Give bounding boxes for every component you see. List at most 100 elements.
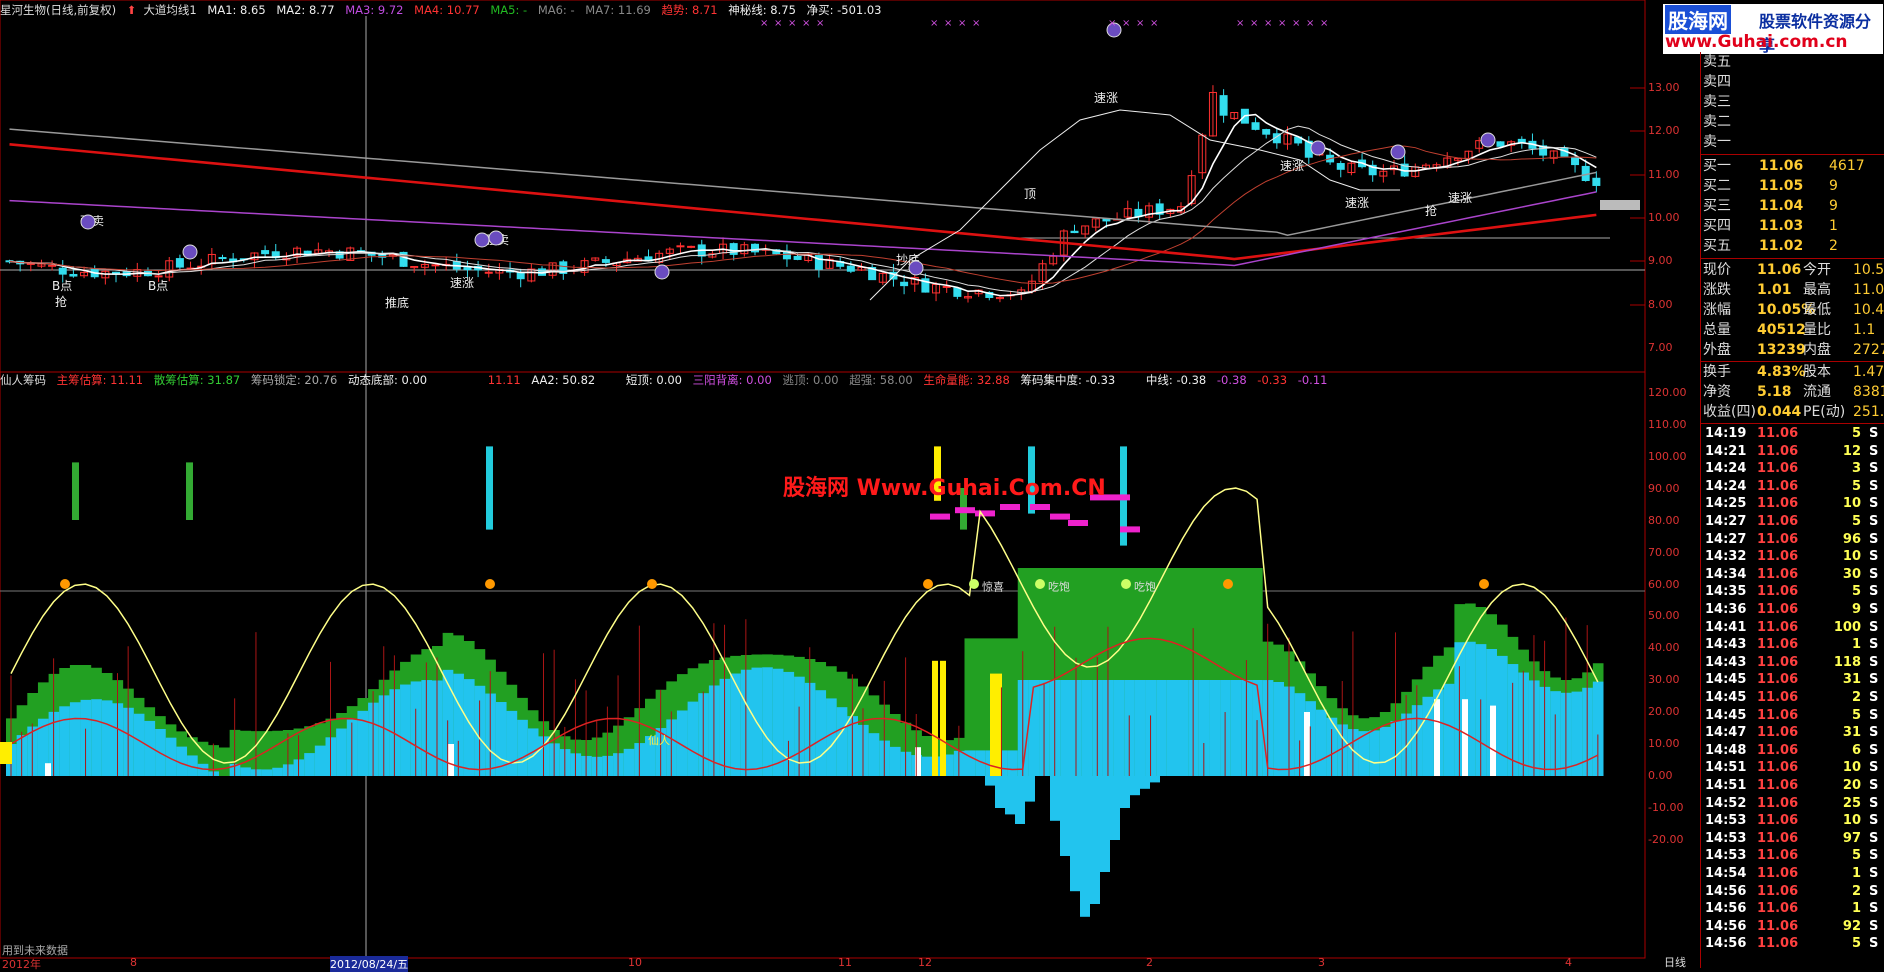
tick-price: 11.06 — [1757, 584, 1799, 600]
tick-row[interactable]: 14:34 11.06 30 S — [1701, 566, 1884, 584]
chip-cyan-bar — [336, 728, 347, 776]
tick-volume: 20 — [1842, 778, 1861, 793]
indicator2-name[interactable]: 仙人筹码 — [0, 373, 46, 387]
tick-row[interactable]: 14:52 11.06 25 S — [1701, 795, 1884, 813]
tick-row[interactable]: 14:45 11.06 5 S — [1701, 707, 1884, 725]
tick-row[interactable]: 14:43 11.06 118 S — [1701, 654, 1884, 672]
ask-row[interactable]: 卖四 — [1701, 72, 1884, 93]
chip-cyan-bar — [762, 667, 773, 776]
midline-value: 中线: -0.38 — [1145, 373, 1207, 387]
indicator-name[interactable]: 大道均线1 — [143, 3, 196, 17]
tick-row[interactable]: 14:21 11.06 12 S — [1701, 443, 1884, 461]
candle-body — [516, 272, 525, 280]
chip-negative-bar — [985, 776, 995, 786]
candle-body — [687, 245, 696, 248]
quote-row: 外盘 13239内盘 2727 — [1701, 340, 1884, 361]
tick-row[interactable]: 14:56 11.06 5 S — [1701, 935, 1884, 953]
bid-row[interactable]: 买二 11.05 9 — [1701, 176, 1884, 197]
bid-row[interactable]: 买五 11.02 2 — [1701, 236, 1884, 257]
tick-row[interactable]: 14:56 11.06 1 S — [1701, 900, 1884, 918]
chip-negative-bar — [1060, 776, 1070, 856]
indicator-value: 11.11 — [487, 373, 521, 387]
tick-time: 14:24 — [1705, 461, 1747, 477]
tick-time: 14:43 — [1705, 637, 1747, 653]
ask-row[interactable]: 卖一 — [1701, 132, 1884, 153]
tick-row[interactable]: 14:41 11.06 100 S — [1701, 619, 1884, 637]
tick-time: 14:36 — [1705, 602, 1747, 617]
tick-row[interactable]: 14:51 11.06 10 S — [1701, 759, 1884, 777]
tick-row[interactable]: 14:27 11.06 96 S — [1701, 531, 1884, 549]
quote-key-2: PE(动) — [1803, 404, 1846, 420]
chip-cyan-bar — [815, 690, 827, 776]
candle-body — [1219, 95, 1228, 116]
tick-time: 14:56 — [1705, 901, 1747, 917]
tick-row[interactable]: 14:56 11.06 2 S — [1701, 883, 1884, 901]
signal-label: 抢 — [55, 294, 67, 309]
chip-negative-bar — [1080, 776, 1090, 917]
tick-row[interactable]: 14:35 11.06 5 S — [1701, 583, 1884, 601]
face-marker-icon — [1480, 132, 1496, 148]
tick-price: 11.06 — [1757, 690, 1799, 705]
indicator-tick-label: -10.00 — [1648, 801, 1684, 814]
tick-row[interactable]: 14:36 11.06 9 S — [1701, 601, 1884, 619]
tick-time: 14:56 — [1705, 936, 1747, 952]
chip-cyan-bar — [730, 673, 741, 776]
tick-row[interactable]: 14:32 11.06 10 S — [1701, 548, 1884, 566]
chip-cyan-bar — [517, 719, 528, 776]
candle-body — [175, 258, 184, 268]
signal-label: 速涨 — [1094, 90, 1118, 105]
bid-volume: 9 — [1829, 178, 1838, 194]
bid-volume: 1 — [1829, 218, 1838, 234]
tick-row[interactable]: 14:45 11.06 31 S — [1701, 671, 1884, 689]
tick-row[interactable]: 14:53 11.06 5 S — [1701, 847, 1884, 865]
tick-row[interactable]: 14:51 11.06 20 S — [1701, 777, 1884, 795]
indicator-tick-label: 10.00 — [1648, 737, 1680, 750]
tick-row[interactable]: 14:27 11.06 5 S — [1701, 513, 1884, 531]
time-tick-label[interactable]: 2012/08/24/五 — [330, 956, 409, 972]
tick-row[interactable]: 14:54 11.06 1 S — [1701, 865, 1884, 883]
tick-row[interactable]: 14:56 11.06 92 S — [1701, 918, 1884, 936]
bid-row[interactable]: 买三 11.04 9 — [1701, 196, 1884, 217]
time-tick-label: 3 — [1318, 956, 1325, 969]
tick-volume: 31 — [1842, 672, 1861, 688]
quote-key: 涨幅 — [1703, 302, 1731, 318]
tick-row[interactable]: 14:24 11.06 5 S — [1701, 478, 1884, 496]
top-x-marker: × — [816, 18, 824, 29]
indicator-tick-label: 40.00 — [1648, 641, 1680, 654]
tick-row[interactable]: 14:24 11.06 3 S — [1701, 460, 1884, 478]
chip-cyan-bar — [836, 707, 848, 776]
tick-row[interactable]: 14:48 11.06 6 S — [1701, 742, 1884, 760]
top-x-marker: × — [1264, 18, 1272, 29]
tick-row[interactable]: 14:45 11.06 2 S — [1701, 689, 1884, 707]
bid-label: 买二 — [1703, 178, 1731, 194]
quote-value-2: 1.47 — [1853, 364, 1884, 380]
tick-row[interactable]: 14:53 11.06 10 S — [1701, 812, 1884, 830]
pop-dot-icon — [969, 579, 979, 589]
bid-row[interactable]: 买一 11.06 4617 — [1701, 156, 1884, 177]
top-x-marker: × — [1320, 18, 1328, 29]
chip-cyan-bar — [1497, 655, 1508, 776]
top-x-marker: × — [930, 18, 938, 29]
price-tick-label: 12.00 — [1648, 124, 1680, 137]
tick-row[interactable]: 14:25 11.06 10 S — [1701, 495, 1884, 513]
ask-row[interactable]: 卖二 — [1701, 112, 1884, 133]
tick-price: 11.06 — [1757, 461, 1799, 477]
magenta-marker — [1050, 513, 1070, 520]
tick-row[interactable]: 14:47 11.06 31 S — [1701, 724, 1884, 742]
tick-side: S — [1869, 461, 1879, 477]
tick-side: S — [1869, 549, 1879, 565]
tick-row[interactable]: 14:53 11.06 97 S — [1701, 830, 1884, 848]
ask-row[interactable]: 卖五 — [1701, 52, 1884, 73]
tick-side: S — [1869, 883, 1879, 899]
tick-row[interactable]: 14:19 11.06 5 S — [1701, 425, 1884, 443]
quote-row: 涨幅 10.05% 最低 10.4 — [1701, 300, 1884, 321]
bid-row[interactable]: 买四 11.03 1 — [1701, 216, 1884, 237]
stock-title[interactable]: 星河生物(日线,前复权) — [0, 3, 116, 17]
indicator-tick-label: 80.00 — [1648, 514, 1680, 527]
bid-price: 11.03 — [1759, 218, 1804, 234]
ask-row[interactable]: 卖三 — [1701, 92, 1884, 113]
ma1-value: MA1: 8.65 — [207, 3, 266, 17]
tick-row[interactable]: 14:43 11.06 1 S — [1701, 636, 1884, 654]
quote-row: 换手 4.83% 股本 1.47 — [1701, 362, 1884, 383]
tick-side: S — [1869, 707, 1879, 723]
